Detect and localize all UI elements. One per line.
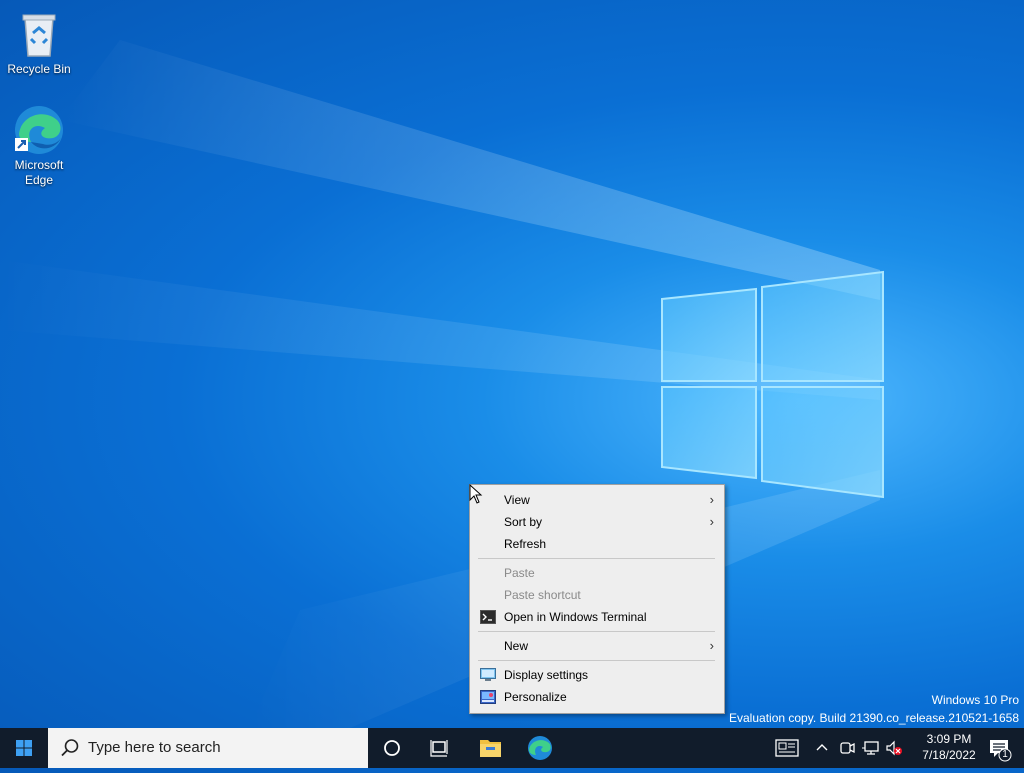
clock-date: 7/18/2022 [922, 748, 976, 762]
notification-icon [990, 740, 1012, 762]
menu-item-open-terminal[interactable]: Open in Windows Terminal [470, 606, 724, 628]
edge-taskbar-button[interactable] [516, 728, 564, 768]
network-icon[interactable] [862, 740, 880, 756]
menu-item-refresh[interactable]: Refresh [470, 533, 724, 555]
meet-camera-icon[interactable] [839, 740, 855, 756]
menu-item-new[interactable]: New › [470, 635, 724, 657]
recycle-bin-icon [13, 8, 65, 60]
mouse-pointer-icon [469, 484, 483, 504]
recycle-bin-label: Recycle Bin [7, 62, 71, 76]
menu-item-label: Open in Windows Terminal [504, 610, 647, 624]
edge-shortcut[interactable]: Microsoft Edge [1, 104, 77, 188]
recycle-bin-shortcut[interactable]: Recycle Bin [1, 8, 77, 77]
menu-item-label: Personalize [504, 690, 567, 704]
notification-count-badge: 1 [1002, 749, 1008, 760]
menu-item-label: Refresh [504, 537, 547, 551]
task-view-icon [430, 740, 448, 757]
watermark-edition: Windows 10 Pro [931, 693, 1019, 707]
clock[interactable]: 3:09 PM 7/18/2022 [914, 731, 984, 763]
chevron-right-icon: › [709, 514, 714, 529]
menu-separator [478, 631, 715, 632]
menu-item-sort-by[interactable]: Sort by › [470, 511, 724, 533]
menu-item-display-settings[interactable]: Display settings [470, 664, 724, 686]
start-button[interactable] [0, 728, 48, 768]
menu-item-label: View [504, 493, 530, 507]
personalize-icon [480, 690, 496, 704]
chevron-up-icon[interactable] [815, 741, 829, 755]
action-center-button[interactable]: 1 [976, 728, 1024, 768]
menu-item-paste-shortcut[interactable]: Paste shortcut [470, 584, 724, 606]
task-view-button[interactable] [416, 728, 464, 768]
clock-time: 3:09 PM [926, 732, 972, 746]
volume-muted-icon[interactable] [885, 740, 903, 756]
taskbar: Type here to search 3:09 PM 7/18/2022 1 [0, 728, 1024, 768]
build-watermark: Windows 10 Pro Evaluation copy. Build 21… [729, 691, 1019, 727]
menu-separator [478, 558, 715, 559]
menu-item-label: Paste [504, 566, 535, 580]
cortana-button[interactable] [368, 728, 416, 768]
menu-item-personalize[interactable]: Personalize [470, 686, 724, 708]
edge-icon [528, 736, 552, 760]
windows-wallpaper-logo [661, 270, 884, 499]
file-explorer-button[interactable] [466, 728, 514, 768]
search-box[interactable]: Type here to search [48, 728, 368, 768]
file-explorer-icon [480, 740, 501, 757]
windows-start-icon [16, 740, 32, 756]
chevron-right-icon: › [709, 638, 714, 653]
search-icon [61, 739, 79, 757]
watermark-build: Evaluation copy. Build 21390.co_release.… [729, 711, 1019, 725]
menu-item-label: Paste shortcut [504, 588, 581, 602]
menu-item-view[interactable]: View › [470, 489, 724, 511]
terminal-icon [480, 610, 496, 624]
menu-item-paste[interactable]: Paste [470, 562, 724, 584]
search-placeholder: Type here to search [88, 739, 221, 756]
menu-item-label: Display settings [504, 668, 589, 682]
desktop-context-menu: View › Sort by › Refresh Paste Paste sho… [469, 484, 725, 714]
news-widget-icon[interactable] [775, 739, 799, 757]
cortana-circle-icon [384, 740, 400, 756]
menu-item-label: New [504, 639, 529, 653]
display-icon [480, 668, 496, 681]
edge-icon [13, 104, 65, 156]
menu-item-label: Sort by [504, 515, 543, 529]
system-tray [770, 728, 903, 768]
chevron-right-icon: › [709, 492, 714, 507]
edge-label: Microsoft Edge [14, 158, 64, 187]
menu-separator [478, 660, 715, 661]
